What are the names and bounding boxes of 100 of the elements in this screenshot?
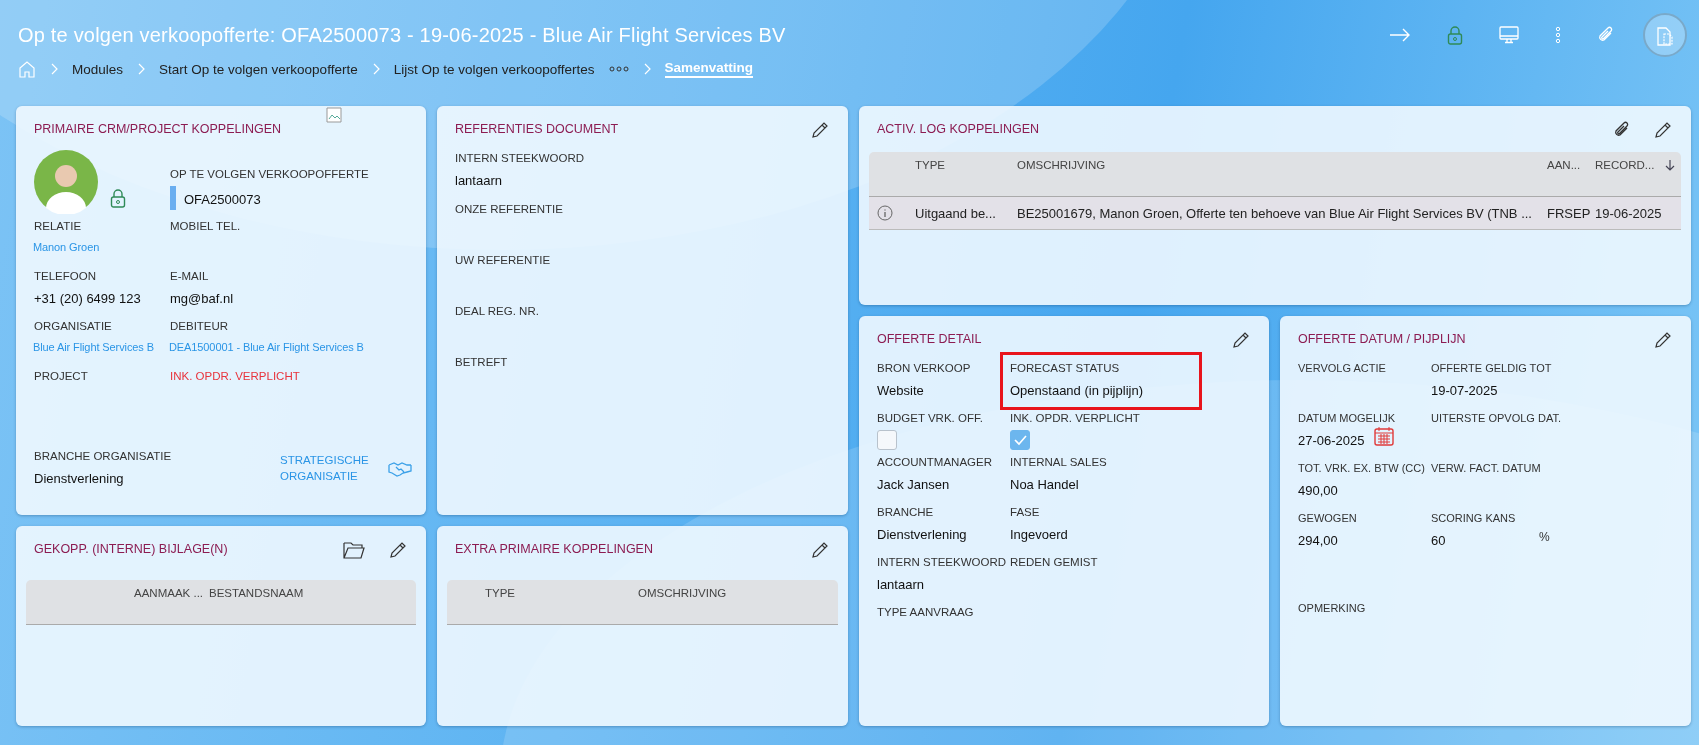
field-label: DATUM MOGELIJK [1298,412,1396,424]
field-label: SCORING KANS [1431,512,1517,524]
field-label: TYPE AANVRAAG [877,606,975,618]
edit-icon[interactable] [810,540,830,560]
field-label: VERW. FACT. DATUM [1431,462,1542,474]
edit-icon[interactable] [388,540,408,560]
field-label: GEWOGEN [1298,512,1358,524]
table-cell-text: BE25001679, Manon Groen, Offerte ten behoeve van Blue Air Flight Services BV (TNB ... [1017,205,1533,221]
breadcrumb-link[interactable]: Modules [72,61,124,77]
more-vertical-icon[interactable] [1555,26,1561,44]
field-value: Jack Jansen [877,477,951,492]
field-label: VERVOLG ACTIE [1298,362,1387,374]
column-header[interactable]: BESTANDSNAAM [209,587,416,599]
field-label: E-MAIL [170,270,210,282]
edit-icon[interactable] [1231,330,1251,350]
column-header[interactable]: AAN... [1547,159,1595,171]
column-header[interactable]: RECORD... [1595,159,1665,171]
field-label: INTERN STEEKWOORD [877,556,1008,568]
documents-button[interactable] [1643,13,1687,57]
field-label: FASE [1010,506,1041,518]
card-title: REFERENTIES DOCUMENT [455,121,619,136]
chevron-right-icon [642,63,651,75]
field-label: ACCOUNTMANAGER [877,456,993,468]
edit-icon[interactable] [1653,120,1673,140]
field-value: OFA2500073 [184,192,261,207]
lock-icon [110,188,126,208]
more-dots-icon[interactable] [608,66,629,72]
checkbox[interactable] [877,430,897,450]
field-value: 60 [1431,533,1447,548]
column-header[interactable]: OMSCHRIJVING [638,587,838,599]
table-cell-text: Uitgaand be... [915,205,997,221]
field-label: RELATIE [34,220,83,232]
card-title: EXTRA PRIMAIRE KOPPELINGEN [455,541,653,556]
broken-image-icon [326,107,342,123]
column-header[interactable]: TYPE [485,587,638,599]
avatar-silhouette-icon [34,150,98,214]
field-value: Noa Handel [1010,477,1080,492]
field-value: 490,00 [1298,483,1339,498]
arrow-right-icon[interactable] [1389,28,1411,42]
chevron-right-icon [50,63,58,75]
info-icon[interactable] [877,205,893,221]
breadcrumb-link[interactable]: Lijst Op te volgen verkoopoffertes [393,61,595,77]
field-value: Website [877,383,925,398]
field-label: BETREFT [455,356,509,368]
field-label: OFFERTE GELDIG TOT [1431,362,1553,374]
breadcrumb-link[interactable]: Start Op te volgen verkoopofferte [159,61,358,77]
field-value: 27-06-2025 [1298,433,1365,448]
edit-icon[interactable] [810,120,830,140]
field-label: ORGANISATIE [34,320,113,332]
field-label: OP TE VOLGEN VERKOOPOFFERTE [170,168,370,180]
table-row[interactable]: Uitgaand be... BE25001679, Manon Groen, Offerte ten behoeve van Blue Air Flight Services BV (TNB ... FRSEP 19-06-2025 [869,197,1681,230]
field-label: INTERN STEEKWOORD [455,152,586,164]
field-value: 294,00 [1298,533,1339,548]
field-value: Dienstverlening [34,471,125,486]
handshake-icon [388,461,412,477]
field-label: BUDGET VRK. OFF. [877,412,984,424]
checkmark-icon [1013,434,1027,446]
field-value: Dienstverlening [877,527,968,542]
field-label: BRANCHE [877,506,935,518]
table-cell-text: FRSEP [1547,205,1592,221]
card-title: PRIMAIRE CRM/PROJECT KOPPELINGEN [34,121,282,136]
chevron-right-icon [371,63,380,75]
field-label: UW REFERENTIE [455,254,552,266]
field-value: Openstaand (in pijplijn) [1010,383,1144,398]
chevron-right-icon [137,63,146,75]
folder-icon[interactable] [342,540,366,560]
sort-down-icon[interactable] [1665,159,1675,171]
field-label: BRON VERKOOP [877,362,972,374]
page-title: Op te volgen verkoopofferte: OFA2500073 - 19-06-2025 - Blue Air Flight Services BV [18,23,786,47]
documents-icon [1655,24,1675,46]
card-title: GEKOPP. (INTERNE) BIJLAGE(N) [34,541,228,556]
field-label: INK. OPDR. VERPLICHT [1010,412,1141,424]
column-header[interactable]: TYPE [915,159,1017,171]
field-label: DEAL REG. NR. [455,305,540,317]
field-label: REDEN GEMIST [1010,556,1099,568]
field-label: TELEFOON [34,270,97,282]
column-header[interactable]: OMSCHRIJVING [1017,159,1547,171]
field-value: mg@baf.nl [170,291,235,306]
field-value: lantaarn [877,577,925,592]
field-label: MOBIEL TEL. [170,220,242,232]
edit-icon[interactable] [1653,330,1673,350]
calendar-icon[interactable] [1372,425,1395,447]
field-label: PROJECT [34,370,89,382]
field-label: INTERNAL SALES [1010,456,1108,468]
warning-text: INK. OPDR. VERPLICHT [170,370,301,382]
monitor-icon[interactable] [1499,26,1519,44]
field-label: FORECAST STATUS [1010,362,1121,374]
field-label: BRANCHE ORGANISATIE [34,450,170,462]
field-label: DEBITEUR [170,320,230,332]
unit-label: % [1539,530,1550,544]
column-header[interactable]: AANMAAK ... [134,587,209,599]
card-title: OFFERTE DETAIL [877,331,982,346]
field-value: lantaarn [455,173,503,188]
field-value: 19-07-2025 [1431,383,1499,398]
card-title: OFFERTE DATUM / PIJPLIJN [1298,331,1466,346]
field-label: ONZE REFERENTIE [455,203,564,215]
field-label: TOT. VRK. EX. BTW (CC) [1298,462,1426,474]
checkbox[interactable] [1010,430,1030,450]
field-value: +31 (20) 6499 123 [34,291,142,306]
lock-icon[interactable] [1447,25,1463,45]
